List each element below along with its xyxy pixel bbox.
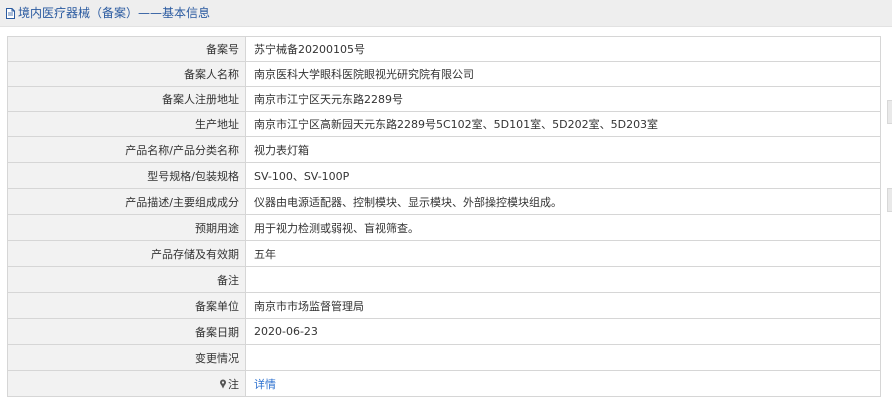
table-row: 产品名称/产品分类名称 视力表灯箱 [7, 136, 881, 163]
table-row: 备案人名称 南京医科大学眼科医院眼视光研究院有限公司 [7, 61, 881, 87]
basic-info-table: 备案号 苏宁械备20200105号 备案人名称 南京医科大学眼科医院眼视光研究院… [7, 36, 881, 397]
row-value [245, 266, 881, 293]
table-row: 预期用途 用于视力检测或弱视、盲视筛查。 [7, 214, 881, 241]
row-value [245, 344, 881, 371]
table-row: 备案日期 2020-06-23 [7, 318, 881, 345]
table-row: 备案单位 南京市市场监督管理局 [7, 292, 881, 319]
table-row: 型号规格/包装规格 SV-100、SV-100P [7, 162, 881, 189]
table-row: 备案人注册地址 南京市江宁区天元东路2289号 [7, 86, 881, 112]
row-value: 南京市江宁区高新园天元东路2289号5C102室、5D101室、5D202室、5… [245, 111, 881, 137]
row-label: 变更情况 [7, 344, 246, 371]
note-row-value: 详情 [245, 370, 881, 397]
side-scroll-tab[interactable] [887, 188, 892, 212]
table-row: 备案号 苏宁械备20200105号 [7, 36, 881, 62]
row-value: 2020-06-23 [245, 318, 881, 345]
details-link[interactable]: 详情 [254, 378, 276, 391]
row-label: 备注 [7, 266, 246, 293]
row-label: 备案人名称 [7, 61, 246, 87]
row-value: SV-100、SV-100P [245, 162, 881, 189]
row-label: 备案人注册地址 [7, 86, 246, 112]
row-label: 产品名称/产品分类名称 [7, 136, 246, 163]
side-scroll-tab[interactable] [887, 100, 892, 124]
page-title: 境内医疗器械（备案）——基本信息 [6, 5, 210, 21]
header-bar: 境内医疗器械（备案）——基本信息 [0, 0, 892, 27]
pin-icon [220, 379, 226, 388]
row-label: 备案单位 [7, 292, 246, 319]
note-row-label: 注 [7, 370, 246, 397]
row-value: 五年 [245, 240, 881, 267]
row-label: 产品存储及有效期 [7, 240, 246, 267]
table-row: 产品存储及有效期 五年 [7, 240, 881, 267]
row-label: 备案日期 [7, 318, 246, 345]
note-label: 注 [219, 376, 239, 392]
row-label: 产品描述/主要组成成分 [7, 188, 246, 215]
row-label: 备案号 [7, 36, 246, 62]
document-icon [6, 7, 15, 19]
row-value: 南京医科大学眼科医院眼视光研究院有限公司 [245, 61, 881, 87]
row-label: 预期用途 [7, 214, 246, 241]
row-value: 仪器由电源适配器、控制模块、显示模块、外部操控模块组成。 [245, 188, 881, 215]
table-row: 变更情况 [7, 344, 881, 371]
row-value: 南京市江宁区天元东路2289号 [245, 86, 881, 112]
row-value: 用于视力检测或弱视、盲视筛查。 [245, 214, 881, 241]
row-label: 生产地址 [7, 111, 246, 137]
page-title-text: 境内医疗器械（备案）——基本信息 [18, 6, 211, 20]
row-value: 视力表灯箱 [245, 136, 881, 163]
row-value: 南京市市场监督管理局 [245, 292, 881, 319]
row-label: 型号规格/包装规格 [7, 162, 246, 189]
note-label-text: 注 [228, 377, 239, 391]
table-row: 备注 [7, 266, 881, 293]
row-value: 苏宁械备20200105号 [245, 36, 881, 62]
table-row: 注 详情 [7, 370, 881, 397]
table-row: 产品描述/主要组成成分 仪器由电源适配器、控制模块、显示模块、外部操控模块组成。 [7, 188, 881, 215]
table-row: 生产地址 南京市江宁区高新园天元东路2289号5C102室、5D101室、5D2… [7, 111, 881, 137]
